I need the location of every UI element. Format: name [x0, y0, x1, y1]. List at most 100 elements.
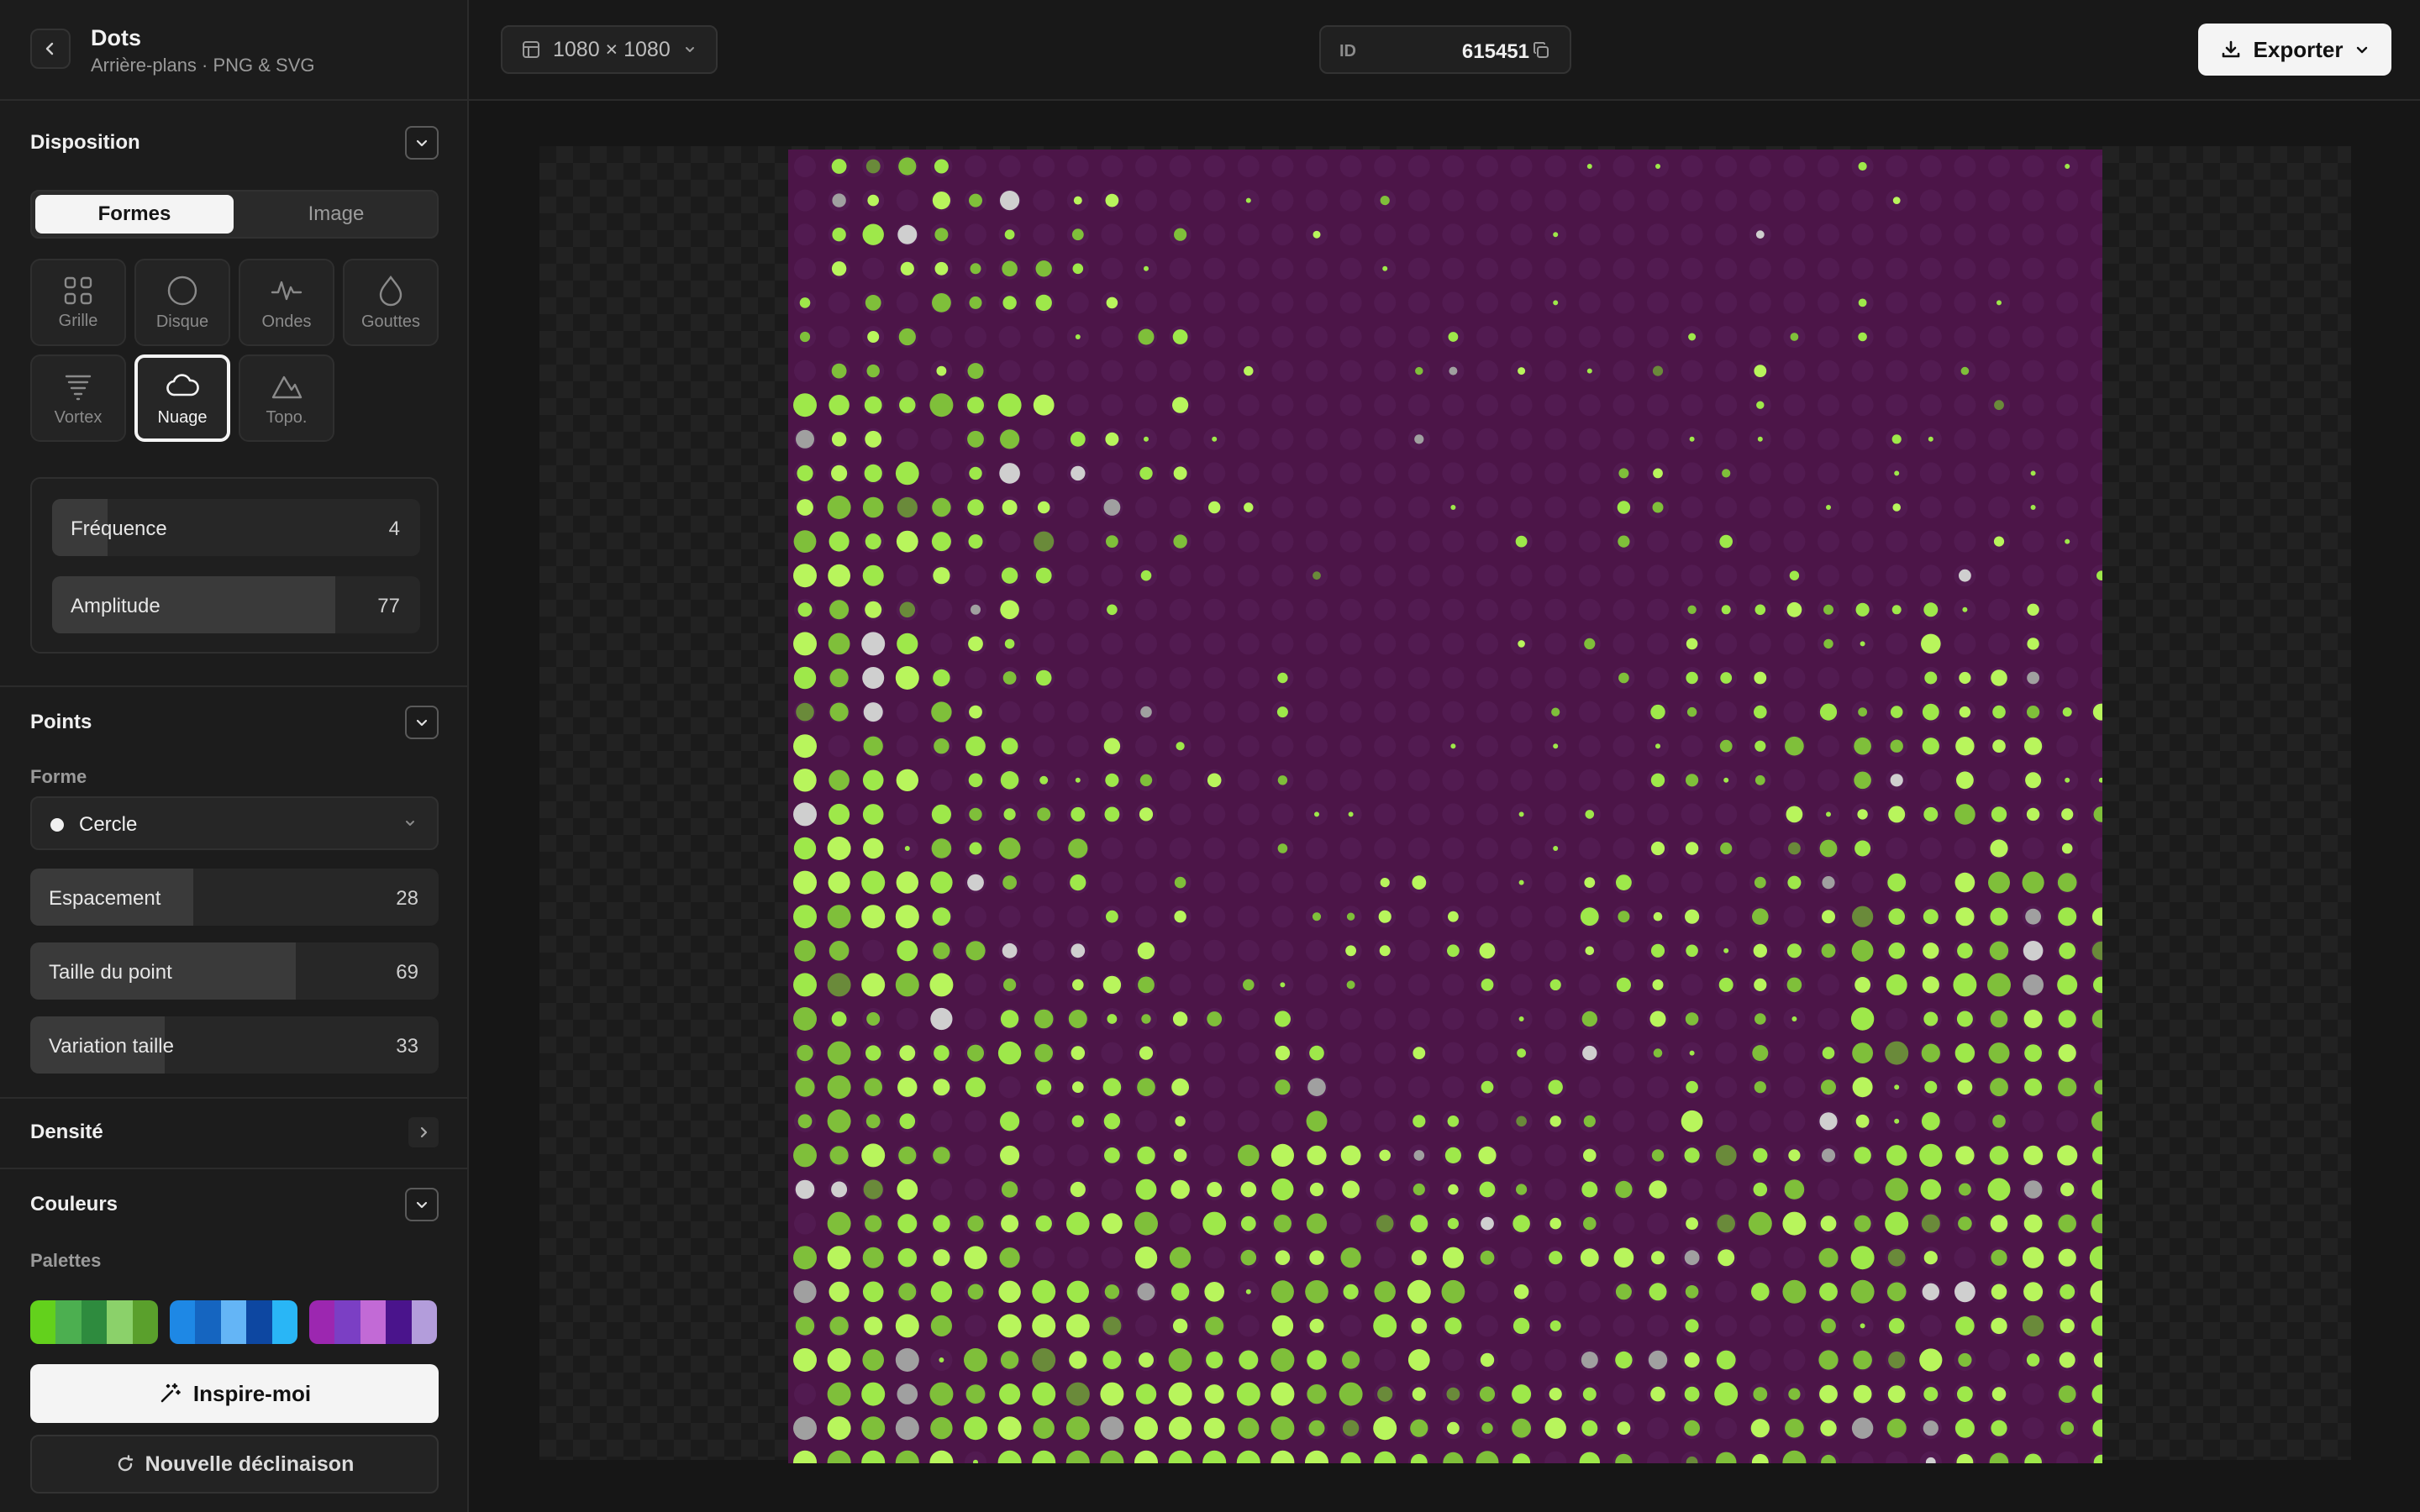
colors-section-header[interactable]: Couleurs — [30, 1186, 439, 1223]
pattern-dot — [969, 466, 982, 480]
size-variation-slider[interactable]: Variation taille 33 — [30, 1016, 439, 1074]
pattern-dot — [793, 837, 817, 860]
export-button[interactable]: Exporter — [2198, 24, 2391, 76]
pattern-dot — [1172, 329, 1188, 344]
pattern-dot — [1855, 1114, 1870, 1128]
pattern-dot — [1071, 943, 1086, 958]
frequency-slider[interactable]: Fréquence 4 — [52, 499, 420, 556]
palette-swatch-blue[interactable] — [170, 1300, 297, 1344]
pattern-dot — [1414, 434, 1424, 444]
amplitude-slider[interactable]: Amplitude 77 — [52, 576, 420, 633]
pattern-dot — [862, 1247, 884, 1268]
artwork-canvas[interactable] — [788, 150, 2102, 1463]
shape-tile-nuage[interactable]: Nuage — [134, 354, 230, 442]
pattern-dot — [2061, 808, 2074, 821]
pattern-dot — [1139, 807, 1154, 822]
pattern-dot — [1447, 1116, 1460, 1127]
pattern-dot — [1650, 1386, 1665, 1402]
spacing-slider[interactable]: Espacement 28 — [30, 869, 439, 926]
point-size-slider[interactable]: Taille du point 69 — [30, 942, 439, 1000]
pattern-dot — [2026, 1353, 2040, 1367]
pattern-dot — [1754, 705, 1767, 719]
pattern-dot — [1413, 1183, 1425, 1196]
pattern-dot — [1001, 1215, 1019, 1233]
pattern-dot — [796, 702, 814, 722]
pattern-dot — [1618, 468, 1629, 479]
shape-tile-ondes[interactable]: Ondes — [239, 259, 334, 346]
point-shape-select[interactable]: Cercle — [30, 796, 439, 850]
pattern-dot — [1413, 1115, 1426, 1128]
pattern-dot — [867, 331, 880, 343]
pattern-dot — [1892, 503, 1901, 512]
pattern-dot — [1580, 907, 1599, 927]
pattern-dot — [1991, 806, 2007, 822]
seed-id-field[interactable]: ID 615451 — [1319, 25, 1571, 74]
copy-icon[interactable] — [1531, 40, 1551, 60]
shape-tile-grille[interactable]: Grille — [30, 259, 126, 346]
canvas-size-select[interactable]: 1080 × 1080 — [501, 25, 718, 74]
pattern-dot — [1137, 1283, 1155, 1301]
chevron-down-icon — [416, 719, 428, 727]
pattern-dot — [793, 666, 817, 690]
pattern-dot — [1956, 1011, 1973, 1027]
pattern-dot — [1275, 1045, 1291, 1061]
new-variation-button[interactable]: Nouvelle déclinaison — [30, 1435, 439, 1494]
inspire-button[interactable]: Inspire-moi — [30, 1364, 439, 1423]
pattern-dot — [797, 499, 813, 516]
pattern-dot — [1894, 1084, 1900, 1090]
palette-color — [107, 1300, 133, 1344]
pattern-dot — [827, 973, 851, 997]
pattern-dot — [1753, 943, 1767, 958]
density-expand-button[interactable] — [408, 1117, 439, 1147]
pattern-dot — [1854, 771, 1871, 790]
pattern-dot — [904, 846, 910, 851]
pattern-dot — [1001, 1181, 1018, 1198]
palette-swatch-green[interactable] — [30, 1300, 158, 1344]
pattern-dot — [1686, 671, 1698, 685]
pattern-dot — [1721, 605, 1731, 615]
pattern-dot — [1139, 466, 1153, 480]
pattern-dot — [1244, 502, 1254, 512]
pattern-dot — [1753, 1147, 1768, 1163]
shape-tile-topo[interactable]: Topo. — [239, 354, 334, 442]
pattern-dot — [1923, 909, 1939, 925]
shape-tile-gouttes[interactable]: Gouttes — [343, 259, 439, 346]
pattern-dot — [2023, 1180, 2043, 1199]
layout-collapse-button[interactable] — [405, 126, 439, 160]
pattern-dot — [1887, 873, 1907, 892]
pattern-dot — [1073, 196, 1082, 205]
pattern-dot — [895, 461, 919, 486]
pattern-dot — [1032, 1348, 1056, 1372]
shape-tile-vortex[interactable]: Vortex — [30, 354, 126, 442]
pattern-dot — [899, 601, 916, 618]
pattern-dot — [1103, 738, 1121, 754]
chevron-down-icon — [416, 1201, 428, 1209]
colors-collapse-button[interactable] — [405, 1188, 439, 1221]
shape-tile-disque[interactable]: Disque — [134, 259, 230, 346]
layout-section-header[interactable]: Disposition — [30, 124, 439, 161]
tab-image[interactable]: Image — [237, 195, 435, 234]
pattern-dot — [827, 1246, 851, 1270]
pattern-dot — [897, 224, 918, 244]
pattern-dot — [1171, 1078, 1189, 1096]
points-collapse-button[interactable] — [405, 706, 439, 739]
pattern-dot — [1208, 501, 1221, 514]
pattern-dot — [1988, 1042, 2010, 1064]
pattern-dot — [1212, 436, 1218, 442]
pattern-dot — [1373, 1416, 1397, 1441]
pattern-dot — [1853, 1384, 1872, 1404]
pattern-dot — [969, 807, 982, 822]
pattern-dot — [862, 1281, 884, 1303]
pattern-dot — [1919, 1348, 1943, 1372]
pattern-dot — [1991, 1284, 2007, 1300]
pattern-dot — [1788, 1388, 1801, 1400]
palette-swatch-purple[interactable] — [309, 1300, 437, 1344]
density-section-header[interactable]: Densité — [30, 1114, 439, 1151]
pattern-dot — [1684, 1420, 1700, 1436]
pattern-dot — [1584, 638, 1596, 650]
tab-formes[interactable]: Formes — [35, 195, 234, 234]
pattern-dot — [827, 1416, 851, 1441]
points-section-header[interactable]: Points — [30, 704, 439, 741]
back-button[interactable] — [30, 29, 71, 69]
pattern-dot — [1102, 1351, 1122, 1369]
